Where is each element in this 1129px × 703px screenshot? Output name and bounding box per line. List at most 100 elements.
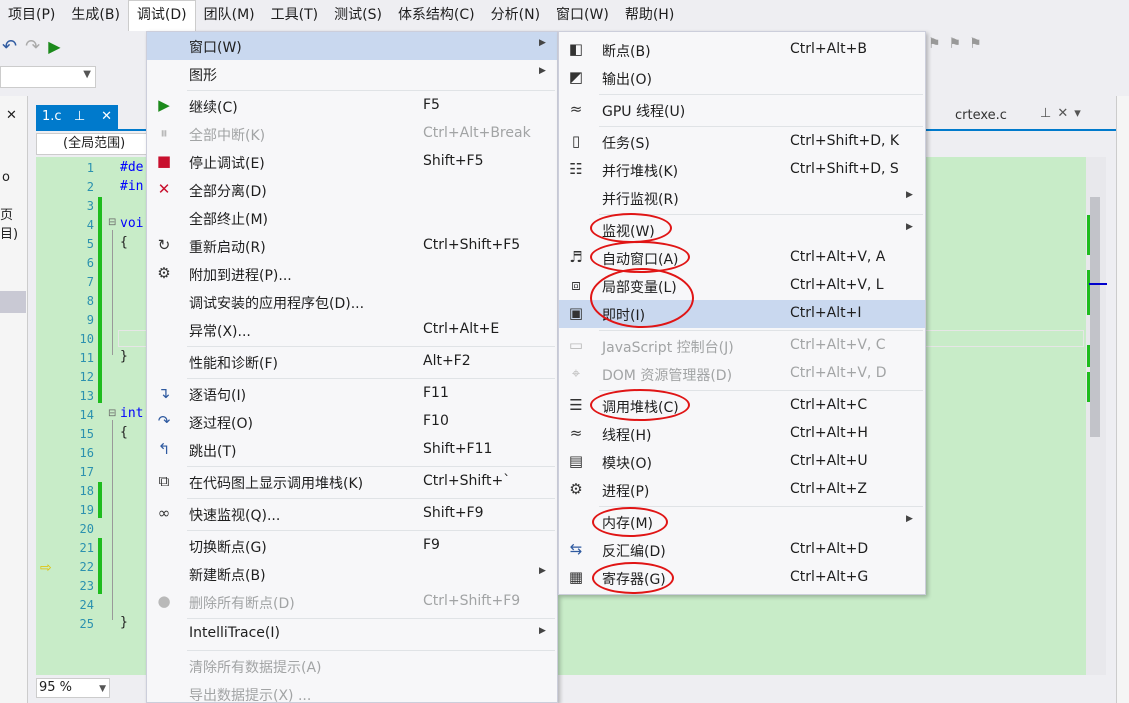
debug_menu-item-11[interactable]: 性能和诊断(F) Alt+F2	[147, 348, 557, 376]
debug_menu-item-label: 逐语句(I)	[189, 388, 247, 404]
menu-window[interactable]: 窗口(W)	[548, 0, 617, 31]
menu-analyze[interactable]: 分析(N)	[483, 0, 548, 31]
right-tool-strip	[1116, 96, 1129, 703]
window_submenu-item-label: DOM 资源管理器(D)	[602, 368, 733, 384]
window_submenu-item-label: 断点(B)	[602, 44, 651, 60]
processes-icon: ⚙	[569, 480, 583, 498]
left-selected-row[interactable]	[0, 291, 26, 313]
debug_menu-item-15[interactable]: ⧉ 在代码图上显示调用堆栈(K) Ctrl+Shift+`	[147, 468, 557, 496]
window_submenu-item-15[interactable]: ⚙ 进程(P) Ctrl+Alt+Z	[559, 476, 925, 504]
menu-debug[interactable]: 调试(D)	[127, 0, 196, 31]
shortcut-label: Ctrl+Alt+E	[423, 321, 500, 337]
debug_menu-item-label: 清除所有数据提示(A)	[189, 660, 322, 676]
code-line: voi	[120, 216, 144, 231]
dom-explorer-icon: ⌖	[571, 364, 581, 382]
locals-icon: ⧈	[571, 276, 581, 294]
window_submenu-item-1[interactable]: ◩ 输出(O)	[559, 64, 925, 92]
debug_menu-item-label: 快速监视(Q)...	[189, 508, 281, 524]
submenu-arrow-icon: ▶	[906, 514, 913, 524]
debug_menu-item-label: 全部分离(D)	[189, 184, 267, 200]
menu-project[interactable]: 项目(P)	[0, 0, 63, 31]
debug_menu-item-1[interactable]: 图形 ▶	[147, 60, 557, 88]
restart-icon: ↻	[157, 236, 171, 254]
debug_menu-item-2[interactable]: ▶ 继续(C) F5	[147, 92, 557, 120]
debug_menu-item-13[interactable]: ↷ 逐过程(O) F10	[147, 408, 557, 436]
debug_menu-item-4[interactable]: ■ 停止调试(E) Shift+F5	[147, 148, 557, 176]
redo-icon[interactable]: ↷	[25, 36, 40, 57]
debug_menu-item-14[interactable]: ↰ 跳出(T) Shift+F11	[147, 436, 557, 464]
window_submenu-item-14[interactable]: ▤ 模块(O) Ctrl+Alt+U	[559, 448, 925, 476]
start-debug-icon[interactable]: ▶	[48, 37, 60, 56]
pin-icon[interactable]: ⊥	[74, 105, 85, 129]
window_submenu-item-13[interactable]: ≈ 线程(H) Ctrl+Alt+H	[559, 420, 925, 448]
debug_menu-item-9[interactable]: 调试安装的应用程序包(D)...	[147, 288, 557, 316]
debug_menu-item-label: 切换断点(G)	[189, 540, 267, 556]
debug_menu-item-7[interactable]: ↻ 重新启动(R) Ctrl+Shift+F5	[147, 232, 557, 260]
shortcut-label: Ctrl+Alt+C	[790, 397, 868, 413]
menu-architecture[interactable]: 体系结构(C)	[390, 0, 483, 31]
window_submenu-item-2[interactable]: ≈ GPU 线程(U)	[559, 96, 925, 124]
close-icon[interactable]: ✕	[101, 105, 112, 129]
debug_menu-item-label: 导出数据提示(X) ...	[189, 688, 312, 703]
debug_menu-item-20[interactable]: IntelliTrace(I) ▶	[147, 620, 557, 648]
line-number: 14	[79, 408, 94, 422]
scope-dropdown[interactable]: (全局范围)	[36, 133, 148, 155]
shortcut-label: Ctrl+Alt+D	[790, 541, 869, 557]
debug_menu-item-label: 在代码图上显示调用堆栈(K)	[189, 476, 364, 492]
submenu-arrow-icon: ▶	[906, 222, 913, 232]
document-tab[interactable]: 1.c ⊥ ✕	[36, 105, 118, 129]
debug_menu-item-0[interactable]: 窗口(W) ▶	[147, 32, 557, 60]
menu-separator	[187, 530, 555, 531]
gpu-threads-icon: ≈	[569, 100, 583, 118]
crtexe-tab[interactable]: crtexe.c	[955, 108, 1007, 123]
menu-tools[interactable]: 工具(T)	[263, 0, 326, 31]
debug_menu-item-5[interactable]: ✕ 全部分离(D)	[147, 176, 557, 204]
debug_menu-item-10[interactable]: 异常(X)... Ctrl+Alt+E	[147, 316, 557, 344]
outline-line	[112, 230, 113, 355]
menu-team[interactable]: 团队(M)	[196, 0, 263, 31]
line-number: 6	[86, 256, 94, 270]
debug_menu-item-label: 停止调试(E)	[189, 156, 265, 172]
menu-test[interactable]: 测试(S)	[326, 0, 390, 31]
collapse-icon[interactable]: ⊟	[108, 408, 116, 419]
shortcut-label: Ctrl+Alt+V, L	[790, 277, 884, 293]
solution-config-combo[interactable]: ▼	[0, 66, 96, 88]
debug_menu-item-label: 调试安装的应用程序包(D)...	[189, 296, 365, 312]
zoom-combo[interactable]: 95 % ▼	[36, 678, 110, 698]
debug_menu-item-17[interactable]: 切换断点(G) F9	[147, 532, 557, 560]
window_submenu-item-label: 进程(P)	[602, 484, 650, 500]
debug_menu-item-6[interactable]: 全部终止(M)	[147, 204, 557, 232]
scrollbar-thumb[interactable]	[1090, 197, 1100, 437]
line-number: 21	[79, 541, 94, 555]
menu-bar: 项目(P) 生成(B) 调试(D) 团队(M) 工具(T) 测试(S) 体系结构…	[0, 0, 1129, 31]
window_submenu-item-10: ▭ JavaScript 控制台(J) Ctrl+Alt+V, C	[559, 332, 925, 360]
debug_menu-item-16[interactable]: ∞ 快速监视(Q)... Shift+F9	[147, 500, 557, 528]
debug_menu-item-label: 性能和诊断(F)	[189, 356, 278, 372]
debug_menu-item-label: 跳出(T)	[189, 444, 237, 460]
window_submenu-item-4[interactable]: ☷ 并行堆栈(K) Ctrl+Shift+D, S	[559, 156, 925, 184]
annotation-circle	[590, 268, 694, 328]
current-instruction-arrow-icon: ⇨	[40, 560, 52, 576]
annotation-circle	[590, 389, 690, 421]
submenu-arrow-icon: ▶	[539, 626, 546, 636]
collapse-icon[interactable]: ⊟	[108, 217, 116, 228]
undo-icon[interactable]: ↶	[2, 36, 17, 57]
window_submenu-item-3[interactable]: ▯ 任务(S) Ctrl+Shift+D, K	[559, 128, 925, 156]
threads-icon: ≈	[569, 424, 583, 442]
code-map-icon: ⧉	[158, 472, 170, 490]
window_submenu-item-5[interactable]: 并行监视(R) ▶	[559, 184, 925, 212]
line-number: 1	[86, 161, 94, 175]
debug_menu-item-12[interactable]: ↴ 逐语句(I) F11	[147, 380, 557, 408]
debug_menu-item-18[interactable]: 新建断点(B) ▶	[147, 560, 557, 588]
attach-icon: ⚙	[157, 264, 171, 282]
window_submenu-item-0[interactable]: ◧ 断点(B) Ctrl+Alt+B	[559, 36, 925, 64]
menu-separator	[187, 650, 555, 651]
close-icon[interactable]: ✕	[6, 108, 17, 123]
menu-help[interactable]: 帮助(H)	[617, 0, 682, 31]
window_submenu-item-17[interactable]: ⇆ 反汇编(D) Ctrl+Alt+D	[559, 536, 925, 564]
line-number: 24	[79, 598, 94, 612]
debug_menu-item-8[interactable]: ⚙ 附加到进程(P)...	[147, 260, 557, 288]
window_submenu-item-label: 输出(O)	[602, 72, 652, 88]
menu-build[interactable]: 生成(B)	[63, 0, 128, 31]
debug_menu-item-label: 附加到进程(P)...	[189, 268, 292, 284]
